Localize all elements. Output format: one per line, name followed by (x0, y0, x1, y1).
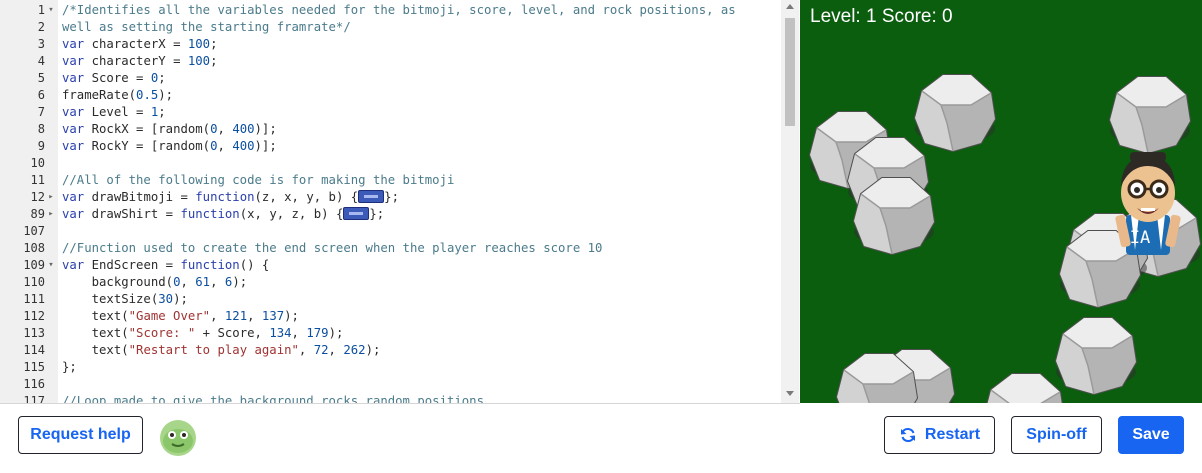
line-number: 11 (30, 173, 45, 187)
code-line[interactable]: 115}; (0, 359, 780, 376)
line-number: 1 (37, 3, 45, 17)
rock (853, 177, 935, 255)
line-number: 116 (23, 377, 45, 391)
code-text[interactable]: background(0, 61, 6); (62, 274, 248, 291)
line-number: 5 (37, 71, 45, 85)
line-number: 108 (23, 241, 45, 255)
code-line[interactable]: 107 (0, 223, 780, 240)
code-line[interactable]: 113 text("Score: " + Score, 134, 179); (0, 325, 780, 342)
line-number: 113 (23, 326, 45, 340)
line-number: 107 (23, 224, 45, 238)
code-line[interactable]: 1 ▾ /*Identifies all the variables needed … (0, 2, 780, 19)
restart-label: Restart (924, 426, 981, 443)
code-line[interactable]: 3 var characterX = 100; (0, 36, 780, 53)
code-text[interactable]: var drawShirt = function(x, y, z, b) {}; (62, 206, 384, 223)
code-line[interactable]: 9 var RockY = [random(0, 400)]; (0, 138, 780, 155)
code-text[interactable]: var characterY = 100; (62, 53, 218, 70)
line-number: 115 (23, 360, 45, 374)
spin-off-button[interactable]: Spin-off (1011, 416, 1102, 454)
game-scene: IA (809, 74, 1201, 403)
line-number: 111 (23, 292, 45, 306)
code-line[interactable]: 109 ▾ var EndScreen = function() { (0, 257, 780, 274)
code-text[interactable]: textSize(30); (62, 291, 188, 308)
code-text[interactable]: //Function used to create the end screen… (62, 240, 602, 257)
code-line[interactable]: 111 textSize(30); (0, 291, 780, 308)
scroll-up-arrow-icon[interactable] (786, 4, 794, 9)
scrollbar-thumb[interactable] (785, 18, 795, 126)
rock (1109, 76, 1191, 154)
code-line[interactable]: 12 ▸ var drawBitmoji = function(z, x, y, b… (0, 189, 780, 206)
code-text[interactable]: text("Restart to play again", 72, 262); (62, 342, 381, 359)
line-number: 10 (30, 156, 45, 170)
line-number: 110 (23, 275, 45, 289)
code-text[interactable]: //Loop made to give the background rocks… (62, 393, 484, 403)
restart-icon (900, 427, 915, 443)
fold-toggle-icon[interactable]: ▾ (46, 257, 56, 274)
code-text[interactable]: frameRate(0.5); (62, 87, 173, 104)
code-line[interactable]: 6 frameRate(0.5); (0, 87, 780, 104)
code-text[interactable]: var EndScreen = function() { (62, 257, 269, 274)
code-line[interactable]: 8 var RockX = [random(0, 400)]; (0, 121, 780, 138)
code-text[interactable]: text("Score: " + Score, 134, 179); (62, 325, 344, 342)
score-level-display: Level: 1 Score: 0 (810, 6, 953, 27)
fold-toggle-icon[interactable]: ▸ (46, 206, 56, 223)
shirt-logo-text: IA (1130, 228, 1150, 248)
save-button[interactable]: Save (1118, 416, 1184, 454)
line-number: 2 (37, 20, 45, 34)
code-line[interactable]: 10 (0, 155, 780, 172)
code-text[interactable]: }; (62, 359, 77, 376)
code-area[interactable]: 1 ▾/*Identifies all the variables needed … (0, 2, 780, 404)
code-line[interactable]: 11 //All of the following code is for mak… (0, 172, 780, 189)
line-number: 109 (23, 258, 45, 272)
code-line[interactable]: 89 ▸ var drawShirt = function(x, y, z, b) … (0, 206, 780, 223)
code-text[interactable]: var characterX = 100; (62, 36, 218, 53)
code-line[interactable]: 112 text("Game Over", 121, 137); (0, 308, 780, 325)
code-text[interactable]: var Score = 0; (62, 70, 166, 87)
code-line[interactable]: 114 text("Restart to play again", 72, 26… (0, 342, 780, 359)
line-number: 112 (23, 309, 45, 323)
line-number: 117 (23, 394, 45, 404)
code-text[interactable]: text("Game Over", 121, 137); (62, 308, 299, 325)
line-number: 12 (30, 190, 45, 204)
code-text[interactable]: //All of the following code is for makin… (62, 172, 454, 189)
scroll-down-arrow-icon[interactable] (786, 391, 794, 396)
user-avatar-icon[interactable] (158, 418, 198, 458)
editor-scrollbar[interactable] (781, 0, 799, 403)
code-line[interactable]: 2 well as setting the starting framrate*/ (0, 19, 780, 36)
line-number: 114 (23, 343, 45, 357)
fold-toggle-icon[interactable]: ▾ (46, 2, 56, 19)
code-text[interactable]: var RockX = [random(0, 400)]; (62, 121, 277, 138)
code-line[interactable]: 116 (0, 376, 780, 393)
code-editor[interactable]: 1 ▾/*Identifies all the variables needed … (0, 0, 800, 404)
program-output-canvas[interactable]: IA Level: 1 Score: 0 (800, 0, 1202, 403)
rock (914, 74, 996, 152)
code-text[interactable]: var drawBitmoji = function(z, x, y, b) {… (62, 189, 399, 206)
line-number: 4 (37, 54, 45, 68)
code-text[interactable]: var RockY = [random(0, 400)]; (62, 138, 277, 155)
rock (983, 373, 1065, 403)
code-line[interactable]: 110 background(0, 61, 6); (0, 274, 780, 291)
code-text[interactable]: well as setting the starting framrate*/ (62, 19, 351, 36)
line-number: 8 (37, 122, 45, 136)
restart-button[interactable]: Restart (884, 416, 995, 454)
line-number: 7 (37, 105, 45, 119)
code-line[interactable]: 7 var Level = 1; (0, 104, 780, 121)
code-line[interactable]: 117 //Loop made to give the background ro… (0, 393, 780, 404)
line-number: 6 (37, 88, 45, 102)
code-line[interactable]: 108 //Function used to create the end scr… (0, 240, 780, 257)
bottom-toolbar: Request help Restart Spin-off Save (0, 404, 1202, 473)
fold-toggle-icon[interactable]: ▸ (46, 189, 56, 206)
rock (1055, 317, 1137, 395)
line-number: 9 (37, 139, 45, 153)
line-number: 3 (37, 37, 45, 51)
line-number: 89 (30, 207, 45, 221)
code-text[interactable]: var Level = 1; (62, 104, 166, 121)
request-help-button[interactable]: Request help (18, 416, 143, 454)
code-text[interactable]: /*Identifies all the variables needed fo… (62, 2, 736, 19)
code-line[interactable]: 5 var Score = 0; (0, 70, 780, 87)
code-line[interactable]: 4 var characterY = 100; (0, 53, 780, 70)
